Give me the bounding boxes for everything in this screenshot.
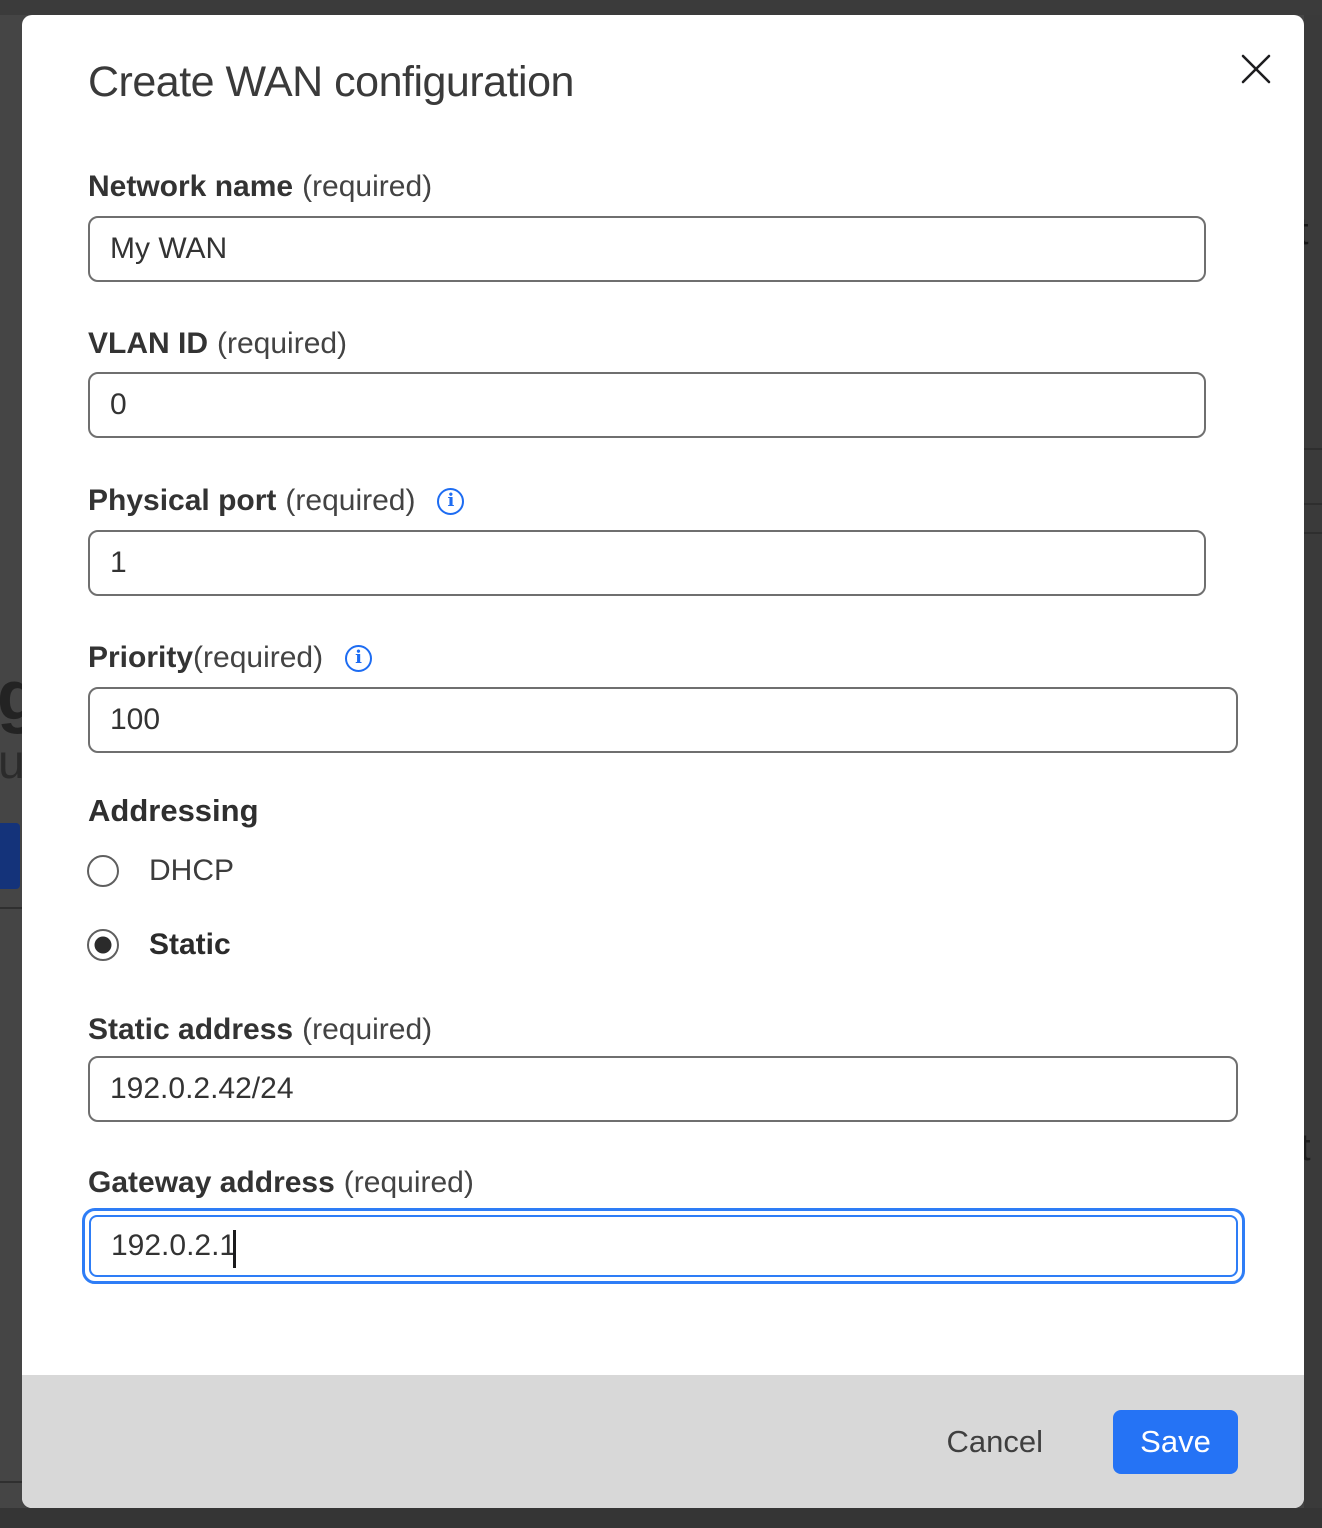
vlan-id-label: VLAN ID (required) <box>88 324 347 364</box>
network-name-input[interactable] <box>88 216 1206 282</box>
label-text: Gateway address <box>88 1163 335 1203</box>
dialog-title: Create WAN configuration <box>88 58 574 107</box>
backdrop-divider <box>1304 503 1322 505</box>
backdrop-left: g u <box>0 15 22 1528</box>
label-text: Physical port <box>88 481 276 521</box>
backdrop-text-fragment: g <box>0 655 22 735</box>
required-hint: (required) <box>344 1163 474 1203</box>
priority-label: Priority (required) i <box>88 638 372 678</box>
label-text: Priority <box>88 638 193 678</box>
radio-circle-unselected <box>87 855 119 887</box>
create-wan-configuration-dialog: Create WAN configuration Network name (r… <box>22 15 1304 1508</box>
close-icon <box>1236 49 1276 89</box>
text-cursor <box>233 1230 236 1268</box>
label-text: Static address <box>88 1010 293 1050</box>
backdrop-divider <box>0 907 22 909</box>
backdrop-text-fragment: u <box>0 735 22 790</box>
dialog-footer: Cancel Save <box>22 1375 1304 1508</box>
physical-port-input[interactable] <box>88 530 1206 596</box>
cancel-button[interactable]: Cancel <box>927 1414 1064 1470</box>
backdrop-text-fragment: t <box>1304 1127 1311 1170</box>
info-icon[interactable]: i <box>345 645 372 672</box>
backdrop-divider <box>1304 448 1322 450</box>
physical-port-label: Physical port (required) i <box>88 481 464 521</box>
radio-circle-selected <box>87 929 119 961</box>
addressing-heading: Addressing <box>88 793 259 829</box>
backdrop-bottom <box>0 1508 1322 1528</box>
required-hint: (required) <box>193 638 323 678</box>
radio-label: DHCP <box>149 854 234 888</box>
backdrop-right: t l t <box>1304 15 1322 1528</box>
static-address-label: Static address (required) <box>88 1010 432 1050</box>
static-address-input[interactable] <box>88 1056 1238 1122</box>
required-hint: (required) <box>302 167 432 207</box>
priority-input[interactable] <box>88 687 1238 753</box>
radio-dhcp[interactable]: DHCP <box>87 854 234 888</box>
backdrop-divider <box>0 1481 22 1483</box>
gateway-address-input[interactable] <box>89 1215 1238 1277</box>
vlan-id-input[interactable] <box>88 372 1206 438</box>
backdrop-divider <box>1304 532 1322 534</box>
radio-label: Static <box>149 928 231 962</box>
label-text: VLAN ID <box>88 324 208 364</box>
backdrop-text-fragment: t l <box>1304 211 1322 297</box>
network-name-label: Network name (required) <box>88 167 432 207</box>
backdrop-top <box>0 0 1322 15</box>
backdrop-blue-button-fragment <box>0 823 20 889</box>
required-hint: (required) <box>302 1010 432 1050</box>
label-text: Network name <box>88 167 293 207</box>
close-button[interactable] <box>1232 45 1280 93</box>
save-button[interactable]: Save <box>1113 1410 1238 1474</box>
required-hint: (required) <box>217 324 347 364</box>
radio-static[interactable]: Static <box>87 928 231 962</box>
gateway-address-label: Gateway address (required) <box>88 1163 474 1203</box>
gateway-address-focus-ring <box>82 1208 1245 1284</box>
info-icon[interactable]: i <box>437 488 464 515</box>
required-hint: (required) <box>285 481 415 521</box>
